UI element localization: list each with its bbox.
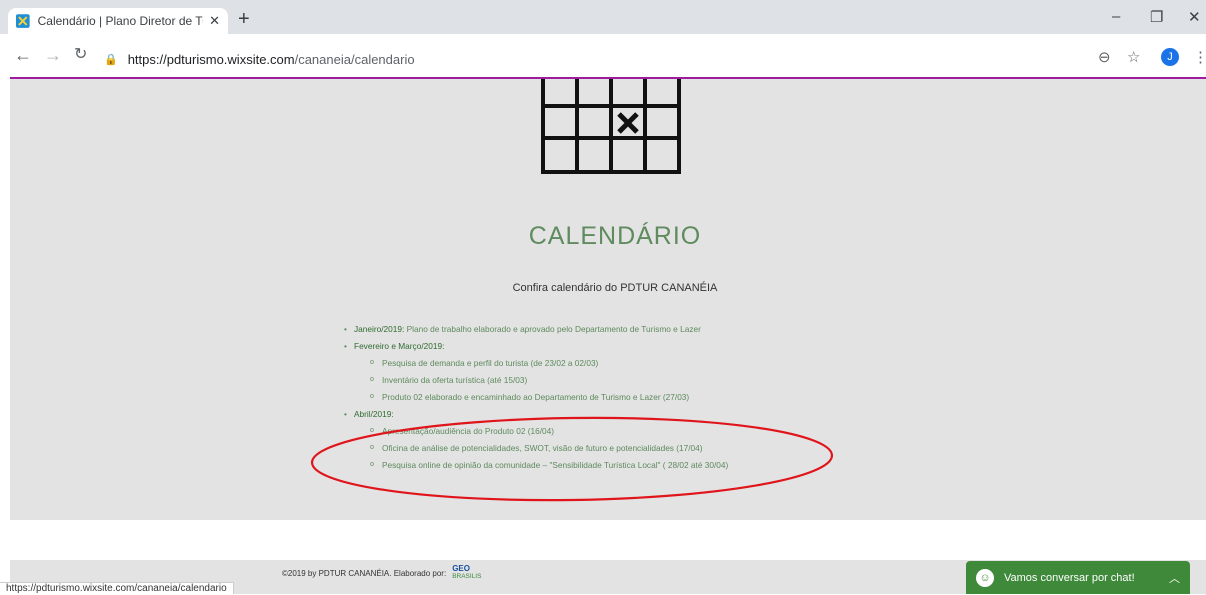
list-item: Fevereiro e Março/2019:: [344, 339, 728, 356]
tab-close-icon[interactable]: ✕: [209, 13, 220, 29]
back-icon[interactable]: ←: [14, 46, 32, 64]
browser-tab-strip: Calendário | Plano Diretor de Tur ✕ + – …: [0, 0, 1206, 34]
menu-kebab-icon[interactable]: ⋮: [1193, 48, 1206, 66]
forward-icon[interactable]: →: [44, 46, 62, 64]
chevron-up-icon[interactable]: ︿: [1169, 570, 1180, 586]
chat-label: Vamos conversar por chat!: [1004, 571, 1135, 584]
list-item: Inventário da oferta turística (até 15/0…: [344, 373, 728, 390]
geobrasilis-logo[interactable]: GEO BRASILIS: [452, 565, 481, 581]
page-subtitle: Confira calendário do PDTUR CANANÉIA: [512, 282, 718, 294]
zoom-icon[interactable]: ⊖: [1098, 48, 1111, 66]
reload-icon[interactable]: ↻: [74, 46, 87, 64]
bookmark-star-icon[interactable]: ☆: [1127, 48, 1140, 66]
close-window-icon[interactable]: ✕: [1188, 8, 1201, 26]
chat-widget[interactable]: ☺ Vamos conversar por chat! ︿: [966, 561, 1190, 594]
lock-icon: 🔒: [104, 53, 118, 66]
restore-icon[interactable]: ❐: [1150, 8, 1163, 26]
copyright-text: ©2019 by PDTUR CANANÉIA. Elaborado por: …: [282, 564, 482, 581]
minimize-icon[interactable]: –: [1112, 8, 1120, 25]
browser-toolbar: ← → ↻ 🔒 https://pdturismo.wixsite.com/ca…: [0, 34, 1206, 82]
profile-avatar[interactable]: J: [1161, 48, 1179, 66]
new-tab-button[interactable]: +: [238, 9, 250, 29]
annotation-ellipse: [310, 416, 834, 502]
browser-tab[interactable]: Calendário | Plano Diretor de Tur ✕: [8, 8, 228, 34]
page-spacer: [10, 520, 1206, 560]
calendar-icon: [541, 79, 681, 174]
page-title: CALENDÁRIO: [528, 222, 702, 250]
site-favicon-icon: [16, 14, 30, 28]
list-item: Janeiro/2019: Plano de trabalho elaborad…: [344, 322, 728, 339]
status-bar-url: https://pdturismo.wixsite.com/cananeia/c…: [0, 582, 234, 594]
list-item: Produto 02 elaborado e encaminhado ao De…: [344, 390, 728, 407]
tab-title: Calendário | Plano Diretor de Tur: [37, 14, 204, 28]
address-bar[interactable]: 🔒 https://pdturismo.wixsite.com/cananeia…: [104, 48, 1084, 70]
list-item: Pesquisa de demanda e perfil do turista …: [344, 356, 728, 373]
chat-bubble-icon: ☺: [976, 568, 994, 587]
url-text: https://pdturismo.wixsite.com/cananeia/c…: [127, 51, 415, 67]
